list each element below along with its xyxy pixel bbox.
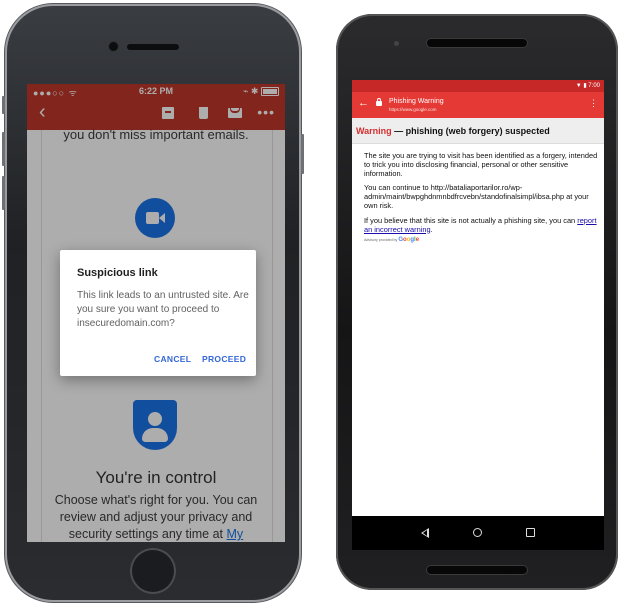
android-device: ▼ ▮ 7:00 ← Phishing Warning https://www.… (336, 14, 618, 590)
iphone-device: ●●●○○ ᯤ 6:22 PM ⌁ ✱ ‹ ••• you don't miss… (2, 4, 304, 602)
dialog-title: Suspicious link (77, 267, 158, 279)
iphone-screen: ●●●○○ ᯤ 6:22 PM ⌁ ✱ ‹ ••• you don't miss… (27, 84, 285, 542)
bottom-speaker (427, 566, 527, 574)
earpiece-speaker (127, 44, 179, 50)
page-title: Phishing Warning (389, 98, 444, 105)
warning-content: The site you are trying to visit has bee… (364, 151, 600, 245)
proceed-button[interactable]: PROCEED (202, 354, 246, 364)
back-arrow-icon[interactable]: ← (358, 97, 369, 109)
advisory-attribution: Advisory provided by Google (364, 236, 600, 245)
android-nav-bar (352, 516, 604, 550)
home-button[interactable] (130, 548, 176, 594)
top-speaker (427, 39, 527, 47)
warning-paragraph-3: If you believe that this site is not act… (364, 215, 600, 235)
cancel-button[interactable]: CANCEL (154, 354, 191, 364)
warning-text: — phishing (web forgery) suspected (391, 126, 550, 136)
logo-letter: e (415, 237, 420, 244)
advisory-prefix: Advisory provided by (364, 238, 398, 243)
warning-heading: Warning — phishing (web forgery) suspect… (356, 126, 550, 136)
android-screen: ▼ ▮ 7:00 ← Phishing Warning https://www.… (352, 80, 604, 516)
nav-back-icon[interactable] (421, 528, 429, 538)
dialog-message: This link leads to an untrusted site. Ar… (77, 290, 249, 329)
mute-switch (2, 96, 5, 114)
google-logo: Google (398, 237, 419, 243)
front-sensor (394, 41, 399, 46)
overflow-menu-icon[interactable]: ⋮ (589, 98, 598, 109)
browser-toolbar: ← Phishing Warning https://www.google.co… (352, 92, 604, 118)
power-button (301, 134, 304, 174)
suspicious-link-dialog: Suspicious link This link leads to an un… (60, 250, 256, 376)
nav-recents-icon[interactable] (526, 528, 535, 537)
nav-home-icon[interactable] (473, 528, 482, 537)
warning-label: Warning (356, 126, 392, 136)
front-camera (109, 42, 118, 51)
p3-end: . (430, 224, 433, 234)
p3-text: If you believe that this site is not act… (364, 215, 576, 225)
volume-up-button (2, 132, 5, 166)
lock-icon (376, 98, 382, 106)
warning-paragraph-1: The site you are trying to visit has bee… (364, 151, 598, 178)
warning-banner: Warning — phishing (web forgery) suspect… (352, 118, 604, 144)
volume-down-button (2, 176, 5, 210)
android-status-icons: ▼ ▮ 7:00 (575, 83, 600, 89)
page-url[interactable]: https://www.google.com (389, 107, 437, 112)
android-status-bar: ▼ ▮ 7:00 (352, 80, 604, 92)
warning-paragraph-2: You can continue to http://bataliaportar… (364, 183, 589, 210)
